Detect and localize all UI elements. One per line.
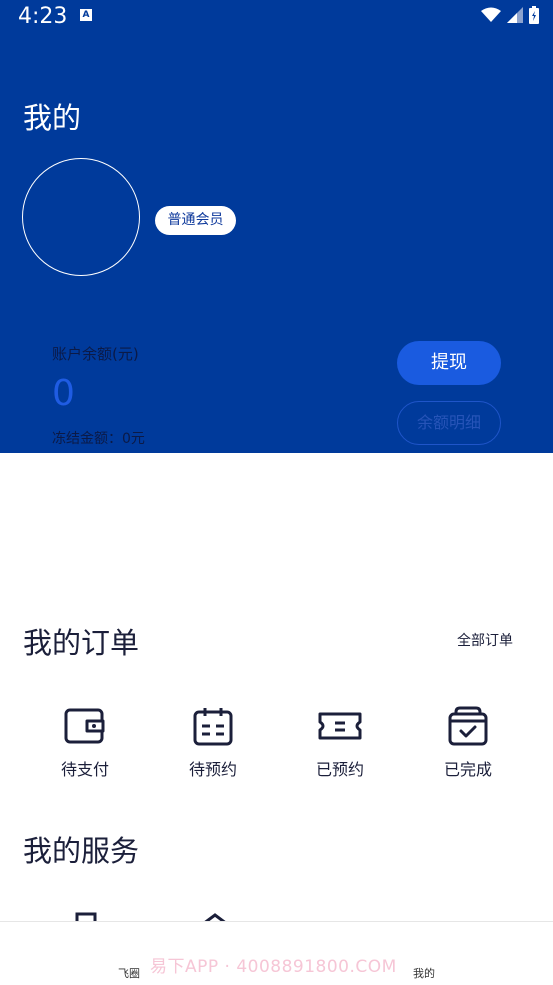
order-label: 待预约 [188, 760, 237, 779]
all-orders-link[interactable]: 全部订单 [457, 630, 513, 650]
balance-label: 账户余额(元) [52, 345, 139, 363]
member-badge: 普通会员 [155, 206, 236, 235]
order-label: 已完成 [443, 760, 492, 779]
watermark: 易下APP · 4008891800.COM [150, 957, 397, 977]
order-label: 待支付 [60, 760, 109, 779]
calendar-icon [193, 708, 233, 746]
battery-icon [529, 6, 539, 24]
bag-check-icon [448, 706, 488, 746]
status-icons [481, 6, 539, 24]
balance-value: 0 [52, 373, 75, 414]
page-title: 我的 [23, 101, 82, 135]
order-label: 已预约 [315, 760, 364, 779]
balance-detail-button[interactable]: 余额明细 [397, 401, 501, 445]
nav-item-feiquan[interactable]: 飞圈 [118, 965, 140, 981]
nav-item-mine[interactable]: 我的 [413, 965, 435, 981]
notification-icon: A [80, 9, 92, 21]
order-pending-booking[interactable]: 待预约 [163, 706, 263, 780]
signal-icon [507, 7, 523, 23]
services-title: 我的服务 [23, 834, 140, 868]
order-booked[interactable]: 已预约 [290, 706, 390, 780]
order-completed[interactable]: 已完成 [418, 706, 518, 780]
bottom-nav: 易下APP · 4008891800.COM 飞圈 我的 [0, 921, 553, 985]
withdraw-button[interactable]: 提现 [397, 341, 501, 385]
wifi-icon [481, 7, 501, 22]
status-time: 4:23 [18, 4, 68, 29]
ticket-icon [318, 712, 362, 740]
wallet-icon [64, 708, 105, 744]
order-pending-payment[interactable]: 待支付 [35, 706, 135, 780]
orders-title: 我的订单 [23, 626, 140, 660]
frozen-amount: 冻结金额：0元 [52, 431, 145, 447]
avatar[interactable] [22, 158, 140, 276]
